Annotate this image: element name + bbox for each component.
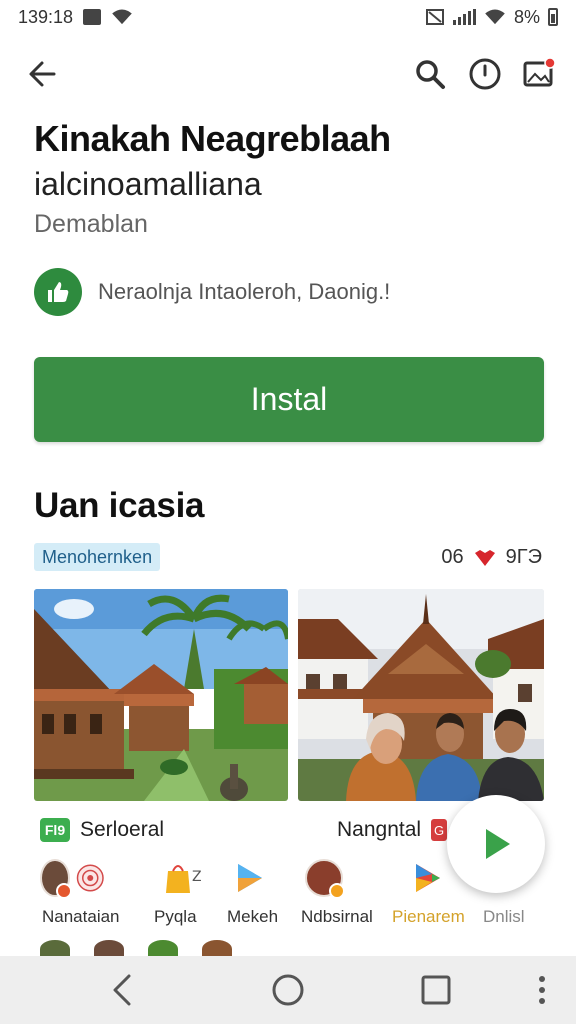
signal-icon bbox=[452, 9, 476, 25]
play-button[interactable] bbox=[447, 795, 545, 893]
app-row-label: Serloeral bbox=[80, 818, 165, 841]
nfc-icon bbox=[425, 9, 444, 25]
row-badge: G bbox=[431, 819, 448, 841]
rating-row: 06 9ГЭ bbox=[441, 546, 542, 569]
recommendation-text: Neraolnja Intaoleroh, Daonig.! bbox=[98, 279, 391, 304]
clock-icon[interactable] bbox=[465, 54, 505, 94]
play-store-icon bbox=[416, 864, 440, 892]
app-subtitle: ialcinoamalliana bbox=[34, 166, 262, 202]
app-row-2[interactable]: Nangntal G bbox=[337, 818, 448, 842]
app-label: Pyqla bbox=[154, 907, 197, 926]
app-label: Ndbsirnal bbox=[301, 907, 373, 926]
notification-image-icon[interactable] bbox=[518, 54, 558, 94]
app-label: Nanataian bbox=[42, 907, 120, 926]
rating-count: 06 bbox=[441, 546, 464, 568]
row-badge: Fl9 bbox=[40, 818, 70, 842]
home-icon[interactable] bbox=[268, 970, 308, 1010]
app-label: Dnlisl bbox=[483, 907, 525, 926]
bag-icon: Z bbox=[166, 865, 202, 893]
heart-icon bbox=[474, 549, 495, 566]
avatar-icon bbox=[305, 859, 345, 899]
app-icon-4[interactable] bbox=[292, 858, 356, 899]
seal-icon bbox=[76, 864, 104, 892]
app-label: Mekeh bbox=[227, 907, 279, 926]
play-triangle-icon bbox=[238, 864, 262, 892]
app-row-label: Nangntal bbox=[337, 818, 422, 841]
app-icon-1[interactable] bbox=[40, 858, 104, 899]
install-button[interactable]: Instal bbox=[34, 357, 544, 442]
village-houses-palms-image[interactable] bbox=[34, 589, 288, 801]
top-app-bar bbox=[0, 50, 576, 100]
recents-icon[interactable] bbox=[416, 970, 456, 1010]
category-tag[interactable]: Menohernken bbox=[34, 543, 161, 571]
battery-icon bbox=[548, 8, 558, 26]
app-label: Pienarem bbox=[392, 907, 465, 926]
gallery-icon bbox=[83, 9, 102, 25]
avatar-icon bbox=[40, 859, 72, 899]
developer-name[interactable]: Demablan bbox=[34, 210, 148, 239]
system-nav-bar bbox=[0, 956, 576, 1024]
search-icon[interactable] bbox=[410, 54, 450, 94]
app-icon-2[interactable]: Z bbox=[150, 858, 214, 898]
thumbs-up-icon bbox=[34, 268, 82, 316]
more-vertical-icon[interactable] bbox=[522, 970, 562, 1010]
app-title: Kinakah Neagreblaah bbox=[34, 118, 391, 159]
play-icon bbox=[486, 829, 510, 859]
wifi-icon bbox=[485, 9, 505, 25]
app-icon-3[interactable] bbox=[218, 858, 282, 898]
battery-percent: 8% bbox=[513, 6, 540, 27]
rating-value: 9ГЭ bbox=[505, 546, 542, 568]
people-front-of-house-image[interactable] bbox=[298, 589, 544, 801]
back-arrow-icon[interactable] bbox=[22, 54, 62, 94]
back-icon[interactable] bbox=[104, 970, 144, 1010]
status-time: 139:18 bbox=[18, 6, 74, 27]
wifi-icon bbox=[112, 9, 132, 25]
app-row-1[interactable]: Fl9 Serloeral bbox=[40, 818, 164, 842]
status-bar: 139:18 8% bbox=[0, 0, 576, 34]
section-title: Uan icasia bbox=[34, 486, 205, 525]
recommendation-row: Neraolnja Intaoleroh, Daonig.! bbox=[34, 268, 390, 316]
svg-text:Z: Z bbox=[192, 869, 202, 885]
